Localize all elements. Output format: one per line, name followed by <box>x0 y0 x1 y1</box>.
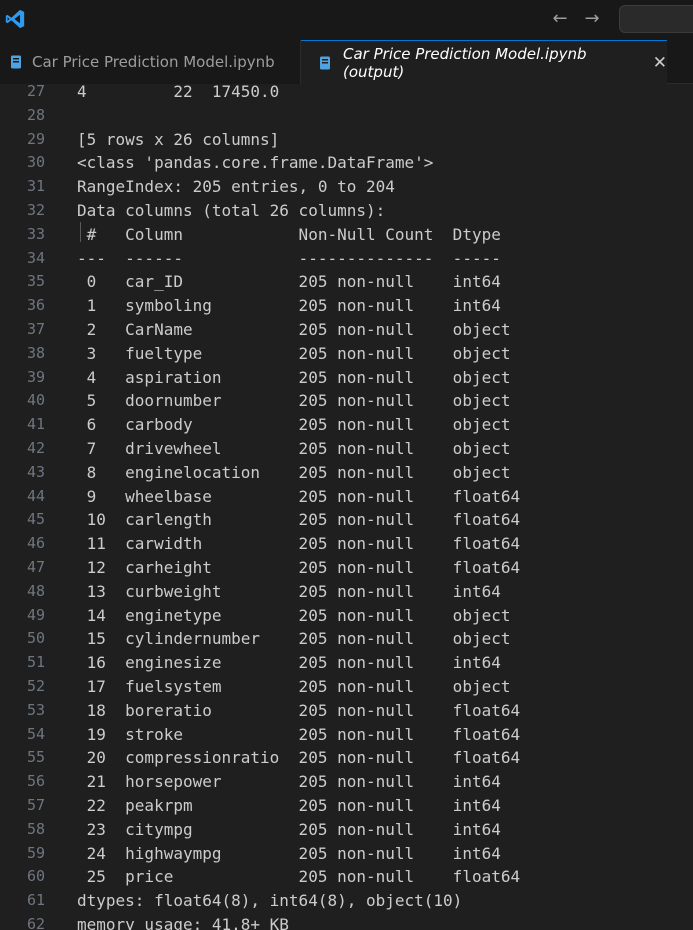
output-line: 24 highwaympg 205 non-null int64 <box>77 843 521 863</box>
line-number: 61 <box>26 891 45 910</box>
output-line: 5 doornumber 205 non-null object <box>77 391 521 411</box>
line-number: 32 <box>26 201 45 219</box>
output-line: 8 enginelocation 205 non-null object <box>77 462 521 482</box>
tab-label: Car Price Prediction Model.ipynb (output… <box>343 44 587 81</box>
line-number: 36 <box>26 296 45 315</box>
output-line: 0 car_ID 205 non-null int64 <box>77 272 521 292</box>
output-line: 1 symboling 205 non-null int64 <box>77 296 521 316</box>
output-line: 17 fuelsystem 205 non-null object <box>77 677 521 696</box>
line-number: 48 <box>26 581 45 600</box>
arrow-right-icon[interactable]: → <box>580 7 604 31</box>
line-number: 52 <box>26 677 45 695</box>
output-line: RangeIndex: 205 entries, 0 to 204 <box>77 177 395 197</box>
output-line: 20 compressionratio 205 non-null float64 <box>77 748 521 768</box>
line-number: 54 <box>26 724 45 743</box>
line-number: 46 <box>26 534 45 553</box>
line-number: 41 <box>26 415 45 434</box>
output-line: 21 horsepower 205 non-null int64 <box>77 772 521 792</box>
line-number: 33 <box>26 224 45 243</box>
indent-guide <box>80 222 81 242</box>
output-line: 16 enginesize 205 non-null int64 <box>77 653 521 673</box>
tab-bar: Car Price Prediction Model.ipynb Car Pri… <box>0 40 693 84</box>
output-line: 2 CarName 205 non-null object <box>77 320 521 339</box>
output-line: 14 enginetype 205 non-null object <box>77 605 521 625</box>
line-number: 57 <box>26 796 45 814</box>
output-line: --- ------ -------------- ----- <box>77 248 521 268</box>
output-line: dtypes: float64(8), int64(8), object(10) <box>77 891 463 911</box>
line-number: 51 <box>26 653 45 672</box>
line-number: 40 <box>26 391 45 410</box>
output-line: 18 boreratio 205 non-null float64 <box>77 700 521 720</box>
output-line: # Column Non-Null Count Dtype <box>77 224 521 244</box>
output-line: <class 'pandas.core.frame.DataFrame'> <box>77 153 434 173</box>
command-center-search[interactable] <box>619 5 693 33</box>
output-line: 15 cylindernumber 205 non-null object <box>77 629 521 649</box>
output-editor[interactable]: 27 28 29 30 31 32 33 34 35 36 37 38 39 40 41 42 43 44 45 46… <box>0 84 693 930</box>
line-number: 45 <box>26 510 45 529</box>
output-line: 9 wheelbase 205 non-null float64 <box>77 486 521 506</box>
output-line: 19 stroke 205 non-null float64 <box>77 724 521 744</box>
line-number: 43 <box>26 462 45 481</box>
line-number: 39 <box>26 367 45 386</box>
line-number: 47 <box>26 558 45 576</box>
line-number: 30 <box>26 153 45 172</box>
title-bar: ← → <box>0 0 693 40</box>
output-line: [5 rows x 26 columns] <box>77 129 280 149</box>
vscode-logo-icon[interactable] <box>4 8 26 30</box>
output-line: 10 carlength 205 non-null float64 <box>77 510 521 530</box>
close-icon[interactable]: ✕ <box>653 53 667 73</box>
line-number: 29 <box>26 129 45 148</box>
line-number: 38 <box>26 343 45 362</box>
tab-label: Car Price Prediction Model.ipynb <box>32 53 275 71</box>
line-number: 60 <box>26 867 45 886</box>
notebook-file-icon <box>320 56 330 69</box>
output-line: 12 carheight 205 non-null float64 <box>77 558 521 577</box>
output-line: 6 carbody 205 non-null object <box>77 415 521 435</box>
output-line: 25 price 205 non-null float64 <box>77 867 521 887</box>
output-line: 3 fueltype 205 non-null object <box>77 343 521 363</box>
line-number: 58 <box>26 819 45 838</box>
line-number: 28 <box>26 105 45 124</box>
arrow-left-icon[interactable]: ← <box>548 7 572 31</box>
line-number: 27 <box>26 84 45 100</box>
output-line: 13 curbweight 205 non-null int64 <box>77 581 521 601</box>
output-line: 22 peakrpm 205 non-null int64 <box>77 796 521 815</box>
tab-notebook[interactable]: Car Price Prediction Model.ipynb <box>0 40 301 84</box>
line-number: 56 <box>26 772 45 791</box>
line-number: 59 <box>26 843 45 862</box>
output-line: memory usage: 41.8+ KB <box>77 915 289 930</box>
output-line: 11 carwidth 205 non-null float64 <box>77 534 521 554</box>
output-line: 7 drivewheel 205 non-null object <box>77 439 521 458</box>
line-number: 44 <box>26 486 45 505</box>
line-number: 62 <box>26 915 45 930</box>
output-line: 23 citympg 205 non-null int64 <box>77 819 521 839</box>
line-number: 37 <box>26 320 45 338</box>
line-number: 55 <box>26 748 45 767</box>
line-number: 49 <box>26 605 45 624</box>
line-number: 31 <box>26 177 45 196</box>
line-number: 35 <box>26 272 45 291</box>
output-line: Data columns (total 26 columns): <box>77 201 386 220</box>
output-line: 4 22 17450.0 <box>77 84 280 101</box>
line-number: 53 <box>26 700 45 719</box>
output-line: 4 aspiration 205 non-null object <box>77 367 521 387</box>
notebook-file-icon <box>11 55 21 69</box>
line-number: 42 <box>26 439 45 457</box>
tab-notebook-output[interactable]: Car Price Prediction Model.ipynb (output… <box>301 40 667 84</box>
line-number: 50 <box>26 629 45 648</box>
line-number: 34 <box>26 248 45 267</box>
